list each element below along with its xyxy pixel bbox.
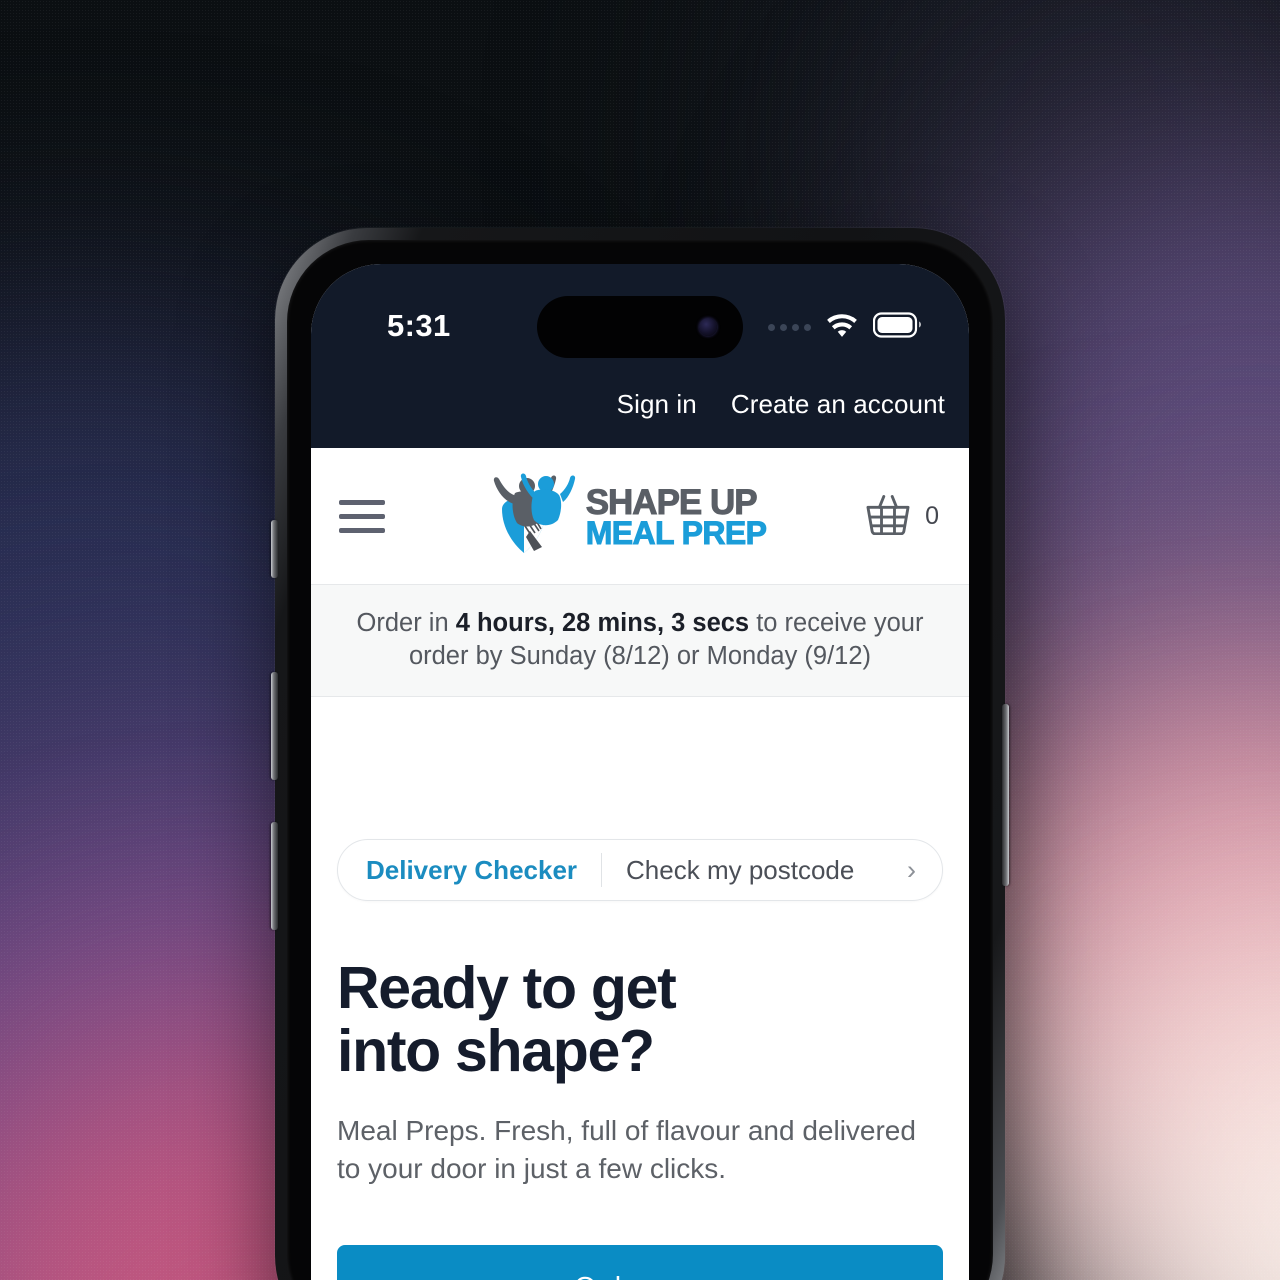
volume-down-button[interactable]: [271, 822, 278, 930]
delivery-checker-pill[interactable]: Delivery Checker Check my postcode ›: [337, 839, 943, 902]
site-header: SHAPE UP MEAL PREP 0: [311, 448, 969, 584]
headline-line-1: Ready to get: [337, 955, 677, 1022]
site-logo[interactable]: SHAPE UP MEAL PREP: [484, 471, 768, 561]
status-bar-indicators: [768, 312, 923, 343]
hamburger-menu-icon[interactable]: [339, 499, 385, 533]
phone-screen: 5:31 Sign in Create an account SHAPE UP …: [311, 264, 969, 1280]
silence-switch-button[interactable]: [271, 520, 278, 578]
wifi-icon: [825, 313, 859, 343]
shopping-basket-icon: [865, 493, 911, 540]
front-camera-icon: [699, 318, 717, 336]
cart-button[interactable]: 0: [865, 493, 939, 540]
logo-text-line2: MEAL PREP: [585, 515, 767, 552]
headline-line-2: into shape?: [337, 1018, 655, 1085]
countdown-timer: 4 hours, 28 mins, 3 secs: [455, 609, 750, 637]
content-top-spacer: [337, 697, 943, 839]
create-account-link[interactable]: Create an account: [731, 389, 945, 420]
phone-device-frame: 5:31 Sign in Create an account SHAPE UP …: [271, 228, 1009, 1280]
account-bar: Sign in Create an account: [311, 389, 969, 448]
power-button[interactable]: [1002, 704, 1009, 886]
status-bar-clock: 5:31: [387, 308, 451, 343]
sign-in-link[interactable]: Sign in: [617, 389, 697, 420]
order-now-button[interactable]: Order now: [337, 1244, 943, 1280]
dynamic-island: [537, 296, 743, 358]
volume-up-button[interactable]: [271, 672, 278, 780]
delivery-countdown-bar: Order in 4 hours, 28 mins, 3 secs to rec…: [311, 584, 969, 698]
battery-full-icon: [872, 312, 923, 343]
page-content: Delivery Checker Check my postcode › Rea…: [311, 697, 969, 1280]
check-postcode-link[interactable]: Check my postcode: [626, 855, 854, 886]
phone-bezel: 5:31 Sign in Create an account SHAPE UP …: [287, 240, 993, 1280]
delivery-checker-label: Delivery Checker: [366, 854, 578, 885]
page-title: Ready to get into shape?: [337, 957, 943, 1083]
ios-status-bar: 5:31: [311, 264, 969, 390]
cart-count-badge: 0: [925, 501, 939, 530]
pill-divider: [601, 853, 603, 888]
signal-dots-icon: [768, 324, 811, 331]
muscle-figures-shield-fork-logo-icon: [493, 473, 575, 553]
chevron-right-icon: ›: [907, 854, 916, 885]
countdown-prefix: Order in: [356, 609, 456, 637]
hero-subcopy: Meal Preps. Fresh, full of flavour and d…: [337, 1114, 916, 1185]
